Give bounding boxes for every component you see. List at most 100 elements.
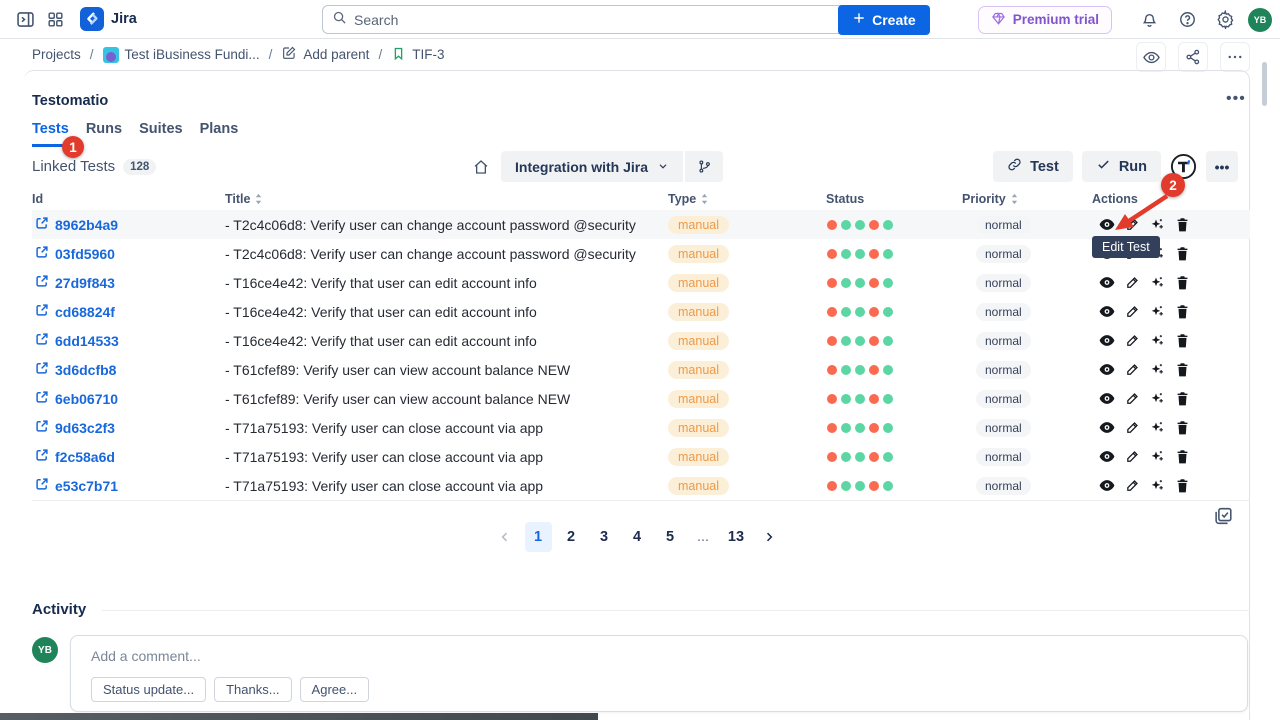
ai-sparkles-icon[interactable] [1149,333,1165,349]
link-test-button[interactable]: Test [993,151,1073,182]
table-row[interactable]: 6eb06710 - T61cfef89: Verify user can vi… [32,384,1250,413]
table-row[interactable]: cd68824f - T16ce4e42: Verify that user c… [32,297,1250,326]
delete-test-icon[interactable] [1174,420,1190,436]
table-row[interactable]: 9d63c2f3 - T71a75193: Verify user can cl… [32,413,1250,442]
delete-test-icon[interactable] [1174,246,1190,262]
table-row[interactable]: 03fd5960 - T2c4c06d8: Verify user can ch… [32,239,1250,268]
test-id-link[interactable]: 8962b4a9 [55,217,118,233]
delete-test-icon[interactable] [1174,449,1190,465]
global-search[interactable] [322,5,892,34]
table-row[interactable]: e53c7b71 - T71a75193: Verify user can cl… [32,471,1250,500]
comment-input[interactable] [91,648,1227,664]
sidebar-toggle-icon[interactable] [10,4,40,34]
test-id-link[interactable]: 9d63c2f3 [55,420,115,436]
edit-test-icon[interactable] [1124,333,1140,349]
ai-sparkles-icon[interactable] [1149,362,1165,378]
ai-sparkles-icon[interactable] [1149,391,1165,407]
test-id-link[interactable]: f2c58a6d [55,449,115,465]
branch-icon[interactable] [685,151,723,182]
edit-test-icon[interactable] [1124,449,1140,465]
table-row[interactable]: 27d9f843 - T16ce4e42: Verify that user c… [32,268,1250,297]
ai-sparkles-icon[interactable] [1149,275,1165,291]
test-id-link[interactable]: cd68824f [55,304,115,320]
quick-reply-0[interactable]: Status update... [91,677,206,702]
column-header-type[interactable]: Type [668,192,826,206]
table-row[interactable]: f2c58a6d - T71a75193: Verify user can cl… [32,442,1250,471]
premium-trial-button[interactable]: Premium trial [978,6,1112,34]
view-test-icon[interactable] [1099,275,1115,291]
table-row[interactable]: 6dd14533 - T16ce4e42: Verify that user c… [32,326,1250,355]
settings-gear-icon[interactable] [1210,5,1240,35]
delete-test-icon[interactable] [1174,391,1190,407]
breadcrumb-project[interactable]: Test iBusiness Fundi... [103,47,260,63]
view-test-icon[interactable] [1099,449,1115,465]
delete-test-icon[interactable] [1174,217,1190,233]
view-test-icon[interactable] [1099,391,1115,407]
tab-plans[interactable]: Plans [200,121,239,147]
column-header-priority[interactable]: Priority [962,192,1092,206]
pagination-next-icon[interactable] [756,522,783,552]
run-button[interactable]: Run [1082,151,1161,182]
jira-logo[interactable]: Jira [80,7,137,31]
tab-suites[interactable]: Suites [139,121,183,147]
test-id-link[interactable]: 6eb06710 [55,391,118,407]
home-icon[interactable] [466,151,496,182]
watch-eye-icon[interactable] [1136,42,1166,72]
integration-selector[interactable]: Integration with Jira [501,151,683,182]
app-switcher-icon[interactable] [40,4,70,34]
ai-sparkles-icon[interactable] [1149,478,1165,494]
delete-test-icon[interactable] [1174,304,1190,320]
ai-sparkles-icon[interactable] [1149,217,1165,233]
view-test-icon[interactable] [1099,304,1115,320]
test-id-link[interactable]: 6dd14533 [55,333,119,349]
pagination-page-1[interactable]: 1 [525,522,552,552]
ai-sparkles-icon[interactable] [1149,420,1165,436]
user-avatar[interactable]: YB [1248,8,1272,32]
tab-runs[interactable]: Runs [86,121,122,147]
delete-test-icon[interactable] [1174,478,1190,494]
delete-test-icon[interactable] [1174,362,1190,378]
pagination-page-5[interactable]: 5 [657,522,684,552]
share-icon[interactable] [1178,42,1208,72]
view-test-icon[interactable] [1099,217,1115,233]
delete-test-icon[interactable] [1174,333,1190,349]
more-actions-icon[interactable] [1220,42,1250,72]
pagination-page-2[interactable]: 2 [558,522,585,552]
edit-test-icon[interactable] [1124,478,1140,494]
search-input[interactable] [354,12,882,28]
help-icon[interactable] [1172,5,1202,35]
panel-more-icon[interactable]: ••• [1226,90,1246,108]
column-header-title[interactable]: Title [225,192,668,206]
edit-test-icon[interactable] [1124,304,1140,320]
page-scrollbar[interactable] [1262,62,1267,106]
notifications-bell-icon[interactable] [1134,5,1164,35]
pagination-page-3[interactable]: 3 [591,522,618,552]
ai-sparkles-icon[interactable] [1149,449,1165,465]
create-button[interactable]: Create [838,5,930,35]
breadcrumb-projects[interactable]: Projects [32,47,81,62]
test-id-link[interactable]: e53c7b71 [55,478,118,494]
table-row[interactable]: 3d6dcfb8 - T61cfef89: Verify user can vi… [32,355,1250,384]
view-test-icon[interactable] [1099,333,1115,349]
ai-sparkles-icon[interactable] [1149,304,1165,320]
delete-test-icon[interactable] [1174,275,1190,291]
test-id-link[interactable]: 03fd5960 [55,246,115,262]
toolbar-more-icon[interactable]: ••• [1206,151,1238,182]
edit-test-icon[interactable] [1124,362,1140,378]
pagination-page-4[interactable]: 4 [624,522,651,552]
quick-reply-2[interactable]: Agree... [300,677,370,702]
add-parent-button[interactable]: Add parent [281,45,369,64]
comment-box[interactable]: Status update...Thanks...Agree... [70,635,1248,712]
edit-test-icon[interactable] [1124,391,1140,407]
pagination-prev-icon[interactable] [492,522,519,552]
edit-test-icon[interactable] [1124,275,1140,291]
table-row[interactable]: 8962b4a9 - T2c4c06d8: Verify user can ch… [32,210,1250,239]
view-test-icon[interactable] [1099,478,1115,494]
test-id-link[interactable]: 27d9f843 [55,275,115,291]
breadcrumb-issue[interactable]: TIF-3 [391,46,444,64]
edit-test-icon[interactable] [1124,420,1140,436]
edit-test-icon[interactable] [1124,217,1140,233]
test-id-link[interactable]: 3d6dcfb8 [55,362,116,378]
pagination-page-13[interactable]: 13 [723,522,750,552]
view-test-icon[interactable] [1099,362,1115,378]
